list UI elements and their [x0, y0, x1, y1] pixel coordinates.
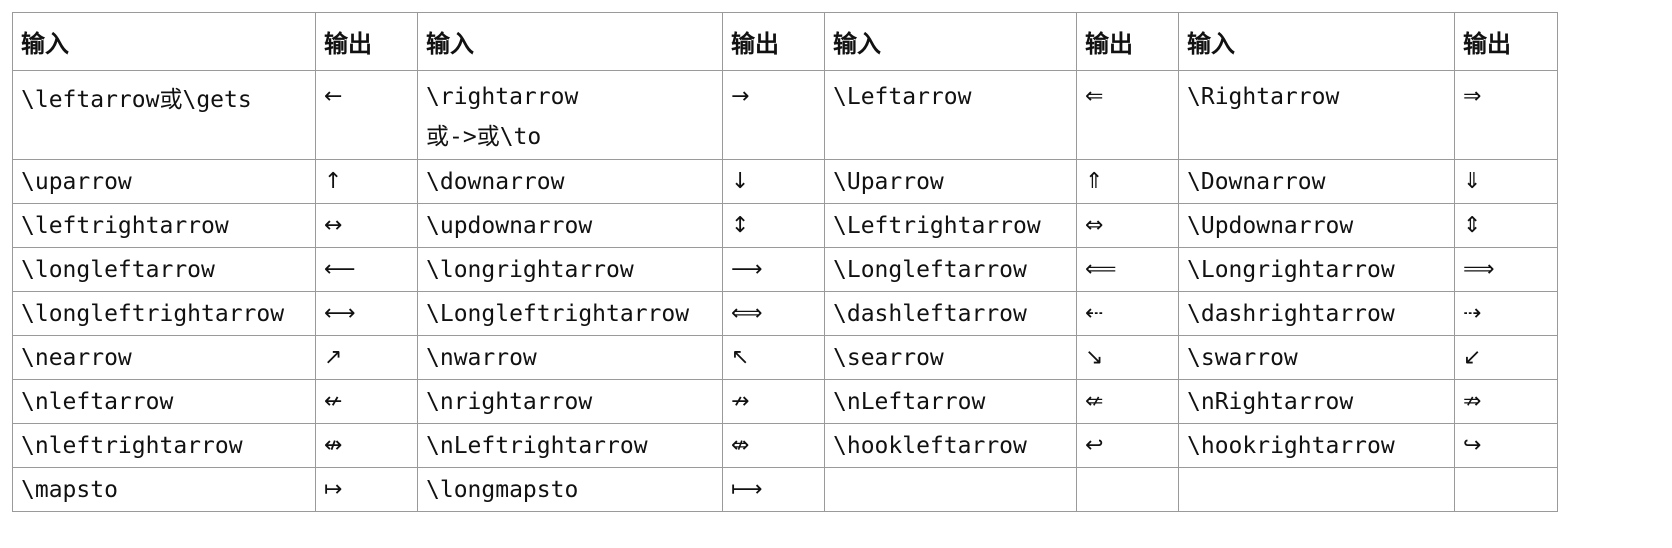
command-text: \leftarrow或\gets — [21, 87, 252, 113]
input-cell: \hookleftarrow — [824, 423, 1077, 468]
table-row: \longleftrightarrow ⟷ \Longleftrightarro… — [12, 291, 1558, 336]
header-input-4: 输入 — [1178, 12, 1455, 71]
table-row: \nearrow ↗ \nwarrow ↖ \searrow ↘ \swarro… — [12, 335, 1558, 380]
table-row: \leftrightarrow ↔ \updownarrow ↕ \Leftri… — [12, 203, 1558, 248]
output-cell: → — [722, 70, 825, 160]
table-row: \nleftarrow ↚ \nrightarrow ↛ \nLeftarrow… — [12, 379, 1558, 424]
output-cell: ↗ — [315, 335, 418, 380]
input-cell: \downarrow — [417, 159, 723, 204]
header-output-4: 输出 — [1454, 12, 1558, 71]
output-cell: ⇓ — [1454, 159, 1558, 204]
output-cell: ⇑ — [1076, 159, 1179, 204]
output-cell: ↘ — [1076, 335, 1179, 380]
output-cell: ↩ — [1076, 423, 1179, 468]
output-cell: ⇏ — [1454, 379, 1558, 424]
output-cell: ⟹ — [1454, 247, 1558, 292]
output-cell: ⟶ — [722, 247, 825, 292]
input-cell: \nwarrow — [417, 335, 723, 380]
output-cell: ↓ — [722, 159, 825, 204]
header-input-1: 输入 — [12, 12, 316, 71]
input-cell: \Leftarrow — [824, 70, 1077, 160]
output-cell: ↮ — [315, 423, 418, 468]
input-cell: \leftarrow或\gets — [12, 70, 316, 160]
input-cell: \mapsto — [12, 467, 316, 512]
header-row: 输入 输出 输入 输出 输入 输出 输入 输出 — [12, 12, 1558, 71]
output-cell: ⇍ — [1076, 379, 1179, 424]
command-text: \rightarrow — [426, 84, 579, 110]
input-cell: \leftrightarrow — [12, 203, 316, 248]
input-cell: \Rightarrow — [1178, 70, 1455, 160]
output-cell: ↕ — [722, 203, 825, 248]
table-row: \mapsto ↦ \longmapsto ⟼ — [12, 467, 1558, 512]
output-cell: ↦ — [315, 467, 418, 512]
input-cell: \nLeftrightarrow — [417, 423, 723, 468]
output-cell: ⇔ — [1076, 203, 1179, 248]
header-output-2: 输出 — [722, 12, 825, 71]
input-cell: \nleftrightarrow — [12, 423, 316, 468]
output-cell: ⇢ — [1454, 291, 1558, 336]
header-output-1: 输出 — [315, 12, 418, 71]
output-cell: ⇕ — [1454, 203, 1558, 248]
input-cell: \dashleftarrow — [824, 291, 1077, 336]
input-cell: \longleftarrow — [12, 247, 316, 292]
input-cell: \swarrow — [1178, 335, 1455, 380]
input-cell: \longmapsto — [417, 467, 723, 512]
table-row: \leftarrow或\gets ← \rightarrow 或->或\to →… — [12, 70, 1558, 160]
output-cell: ⇐ — [1076, 70, 1179, 160]
output-cell: ↛ — [722, 379, 825, 424]
input-cell: \nRightarrow — [1178, 379, 1455, 424]
input-cell: \nLeftarrow — [824, 379, 1077, 424]
arrow-symbol-table: 输入 输出 输入 输出 输入 输出 输入 输出 \leftarrow或\gets… — [12, 12, 1558, 512]
input-cell: \rightarrow 或->或\to — [417, 70, 723, 160]
input-cell: \longleftrightarrow — [12, 291, 316, 336]
output-cell: ⟸ — [1076, 247, 1179, 292]
output-cell: ↙ — [1454, 335, 1558, 380]
output-cell: ↖ — [722, 335, 825, 380]
empty-cell — [1454, 467, 1558, 512]
header-output-3: 输出 — [1076, 12, 1179, 71]
input-cell: \Leftrightarrow — [824, 203, 1077, 248]
output-cell: ↔ — [315, 203, 418, 248]
header-input-2: 输入 — [417, 12, 723, 71]
input-cell: \nleftarrow — [12, 379, 316, 424]
command-text-continued: 或->或\to — [426, 124, 542, 150]
table-row: \longleftarrow ⟵ \longrightarrow ⟶ \Long… — [12, 247, 1558, 292]
arrow-symbol-table-container: 输入 输出 输入 输出 输入 输出 输入 输出 \leftarrow或\gets… — [12, 12, 1558, 512]
output-cell: ⟷ — [315, 291, 418, 336]
output-cell: ⟵ — [315, 247, 418, 292]
output-cell: ← — [315, 70, 418, 160]
input-cell: \searrow — [824, 335, 1077, 380]
output-cell: ⟺ — [722, 291, 825, 336]
output-cell: ⇠ — [1076, 291, 1179, 336]
table-row: \nleftrightarrow ↮ \nLeftrightarrow ⇎ \h… — [12, 423, 1558, 468]
input-cell: \uparrow — [12, 159, 316, 204]
output-cell: ↚ — [315, 379, 418, 424]
output-cell: ↑ — [315, 159, 418, 204]
input-cell: \Downarrow — [1178, 159, 1455, 204]
input-cell: \Updownarrow — [1178, 203, 1455, 248]
input-cell: \Longrightarrow — [1178, 247, 1455, 292]
input-cell: \nrightarrow — [417, 379, 723, 424]
input-cell: \hookrightarrow — [1178, 423, 1455, 468]
output-cell: ⇎ — [722, 423, 825, 468]
input-cell: \updownarrow — [417, 203, 723, 248]
header-input-3: 输入 — [824, 12, 1077, 71]
empty-cell — [1076, 467, 1179, 512]
input-cell: \longrightarrow — [417, 247, 723, 292]
output-cell: ⇒ — [1454, 70, 1558, 160]
input-cell: \Longleftrightarrow — [417, 291, 723, 336]
table-row: \uparrow ↑ \downarrow ↓ \Uparrow ⇑ \Down… — [12, 159, 1558, 204]
input-cell: \dashrightarrow — [1178, 291, 1455, 336]
output-cell: ⟼ — [722, 467, 825, 512]
empty-cell — [1178, 467, 1455, 512]
output-cell: ↪ — [1454, 423, 1558, 468]
input-cell: \nearrow — [12, 335, 316, 380]
input-cell: \Uparrow — [824, 159, 1077, 204]
empty-cell — [824, 467, 1077, 512]
input-cell: \Longleftarrow — [824, 247, 1077, 292]
